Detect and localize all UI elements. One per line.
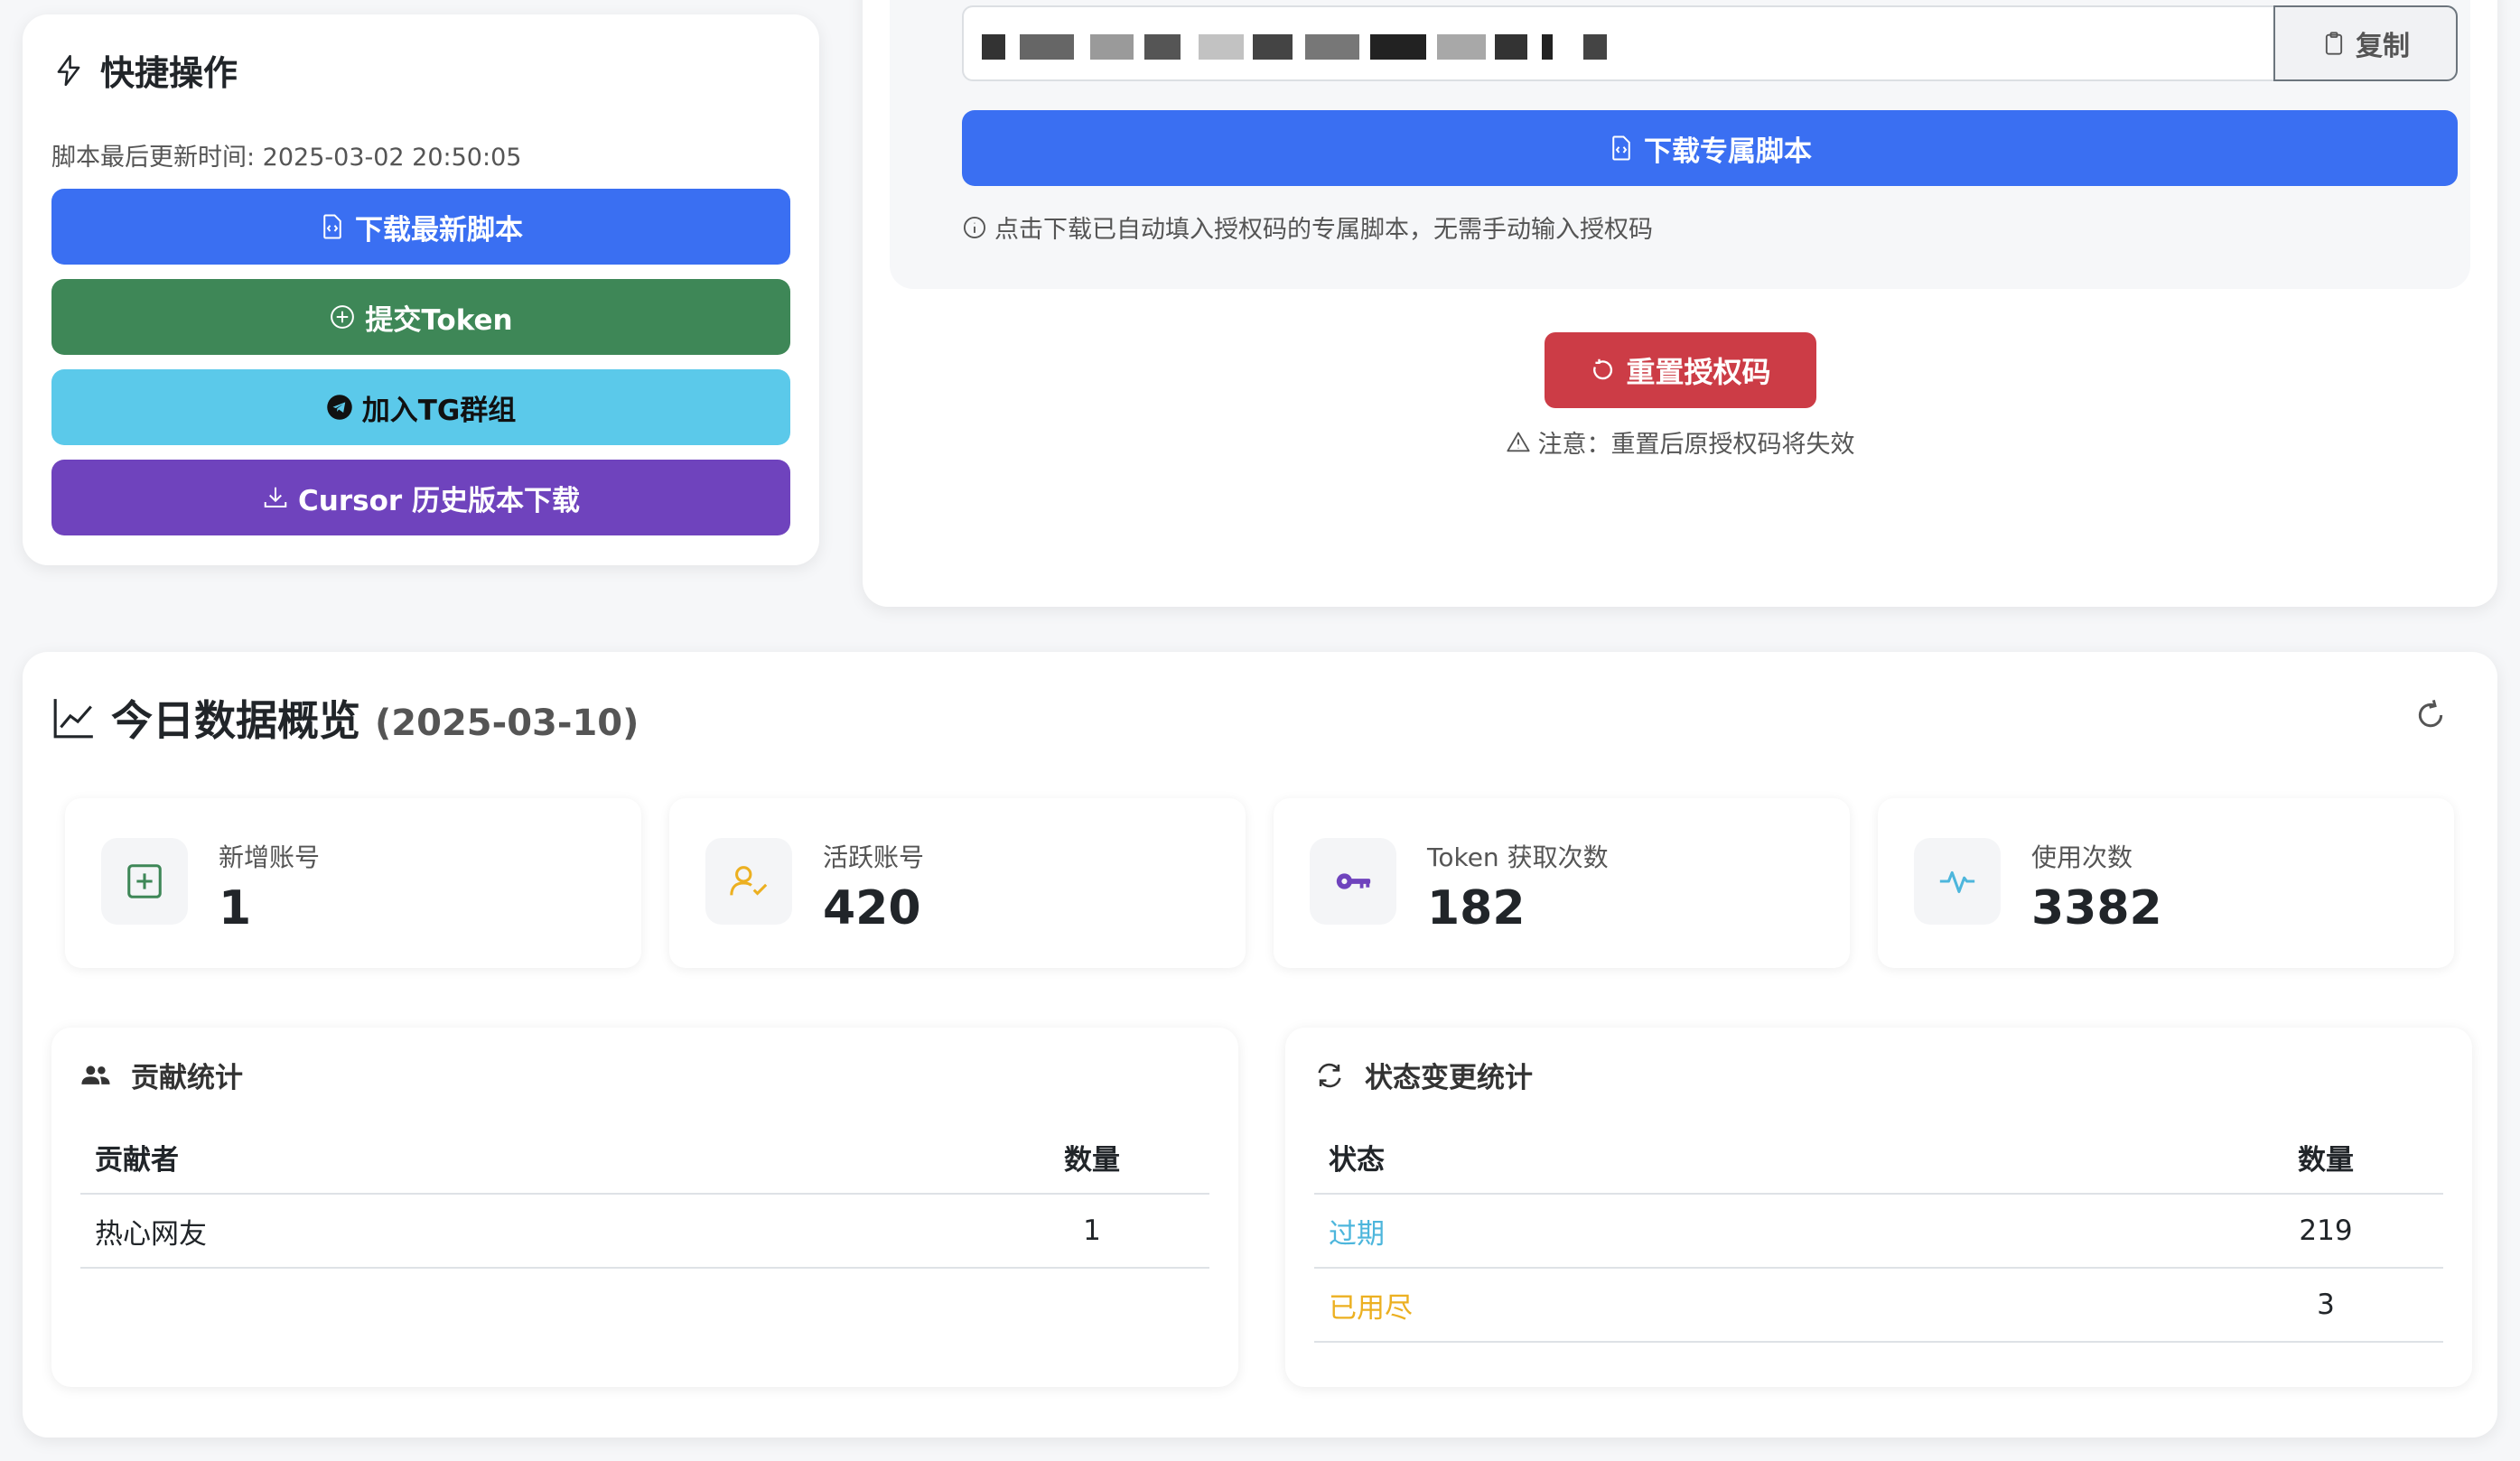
redacted-code-segment bbox=[1305, 34, 1359, 60]
status-change-stats-title: 状态变更统计 bbox=[1365, 1062, 1533, 1094]
users-icon bbox=[81, 1065, 110, 1084]
contributor-count: 1 bbox=[975, 1194, 1209, 1269]
metric-label: 活跃账号 bbox=[823, 842, 925, 872]
metric-value: 1 bbox=[219, 881, 252, 935]
metric-new-accounts: 新增账号 1 bbox=[65, 798, 641, 968]
activity-icon bbox=[1939, 870, 1975, 894]
table-header-row: 贡献者 数量 bbox=[80, 1121, 1209, 1195]
key-icon bbox=[1336, 873, 1371, 889]
cursor-history-download-button[interactable]: Cursor 历史版本下载 bbox=[51, 460, 790, 535]
status-change-stats-card: 状态变更统计 状态 数量 过期 219 已用尽 3 bbox=[1285, 1028, 2472, 1387]
download-hint-text: 点击下载已自动填入授权码的专属脚本，无需手动输入授权码 bbox=[994, 216, 1653, 244]
download-hint: 点击下载已自动填入授权码的专属脚本，无需手动输入授权码 bbox=[962, 209, 1653, 245]
status-count: 219 bbox=[2208, 1194, 2443, 1269]
metric-token-fetches: Token 获取次数 182 bbox=[1274, 798, 1850, 968]
metric-icon-box bbox=[101, 838, 188, 925]
table-row: 热心网友 1 bbox=[80, 1194, 1209, 1269]
download-exclusive-script-button[interactable]: 下载专属脚本 bbox=[962, 110, 2458, 186]
telegram-icon bbox=[326, 395, 352, 420]
table-row: 已用尽 3 bbox=[1314, 1268, 2443, 1343]
reset-auth-code-button[interactable]: 重置授权码 bbox=[1545, 332, 1816, 408]
download-latest-label: 下载最新脚本 bbox=[355, 213, 523, 247]
metric-usage-count: 使用次数 3382 bbox=[1878, 798, 2454, 968]
quick-actions-header: 快捷操作 bbox=[51, 45, 238, 95]
metric-label: 新增账号 bbox=[219, 842, 321, 872]
table-header-row: 状态 数量 bbox=[1314, 1121, 2443, 1195]
warning-icon bbox=[1506, 432, 1530, 451]
copy-label: 复制 bbox=[2356, 31, 2410, 62]
sync-icon bbox=[1318, 1063, 1341, 1087]
metric-label: 使用次数 bbox=[2031, 842, 2133, 872]
redacted-code-segment bbox=[1144, 34, 1181, 60]
script-last-updated: 脚本最后更新时间: 2025-03-02 20:50:05 bbox=[51, 144, 522, 172]
redacted-code-segment bbox=[982, 34, 1005, 60]
line-chart-icon bbox=[53, 699, 93, 739]
redacted-code-segment bbox=[1370, 34, 1426, 60]
metric-value: 3382 bbox=[2031, 881, 2162, 935]
quick-actions-title: 快捷操作 bbox=[100, 53, 238, 93]
redacted-code-segment bbox=[1583, 34, 1607, 60]
download-icon bbox=[264, 487, 287, 507]
submit-token-button[interactable]: 提交Token bbox=[51, 279, 790, 355]
contribution-stats-header: 贡献统计 bbox=[80, 1055, 243, 1095]
redacted-code-segment bbox=[1253, 34, 1293, 60]
lightning-icon bbox=[57, 54, 80, 86]
file-code-icon bbox=[1612, 135, 1630, 161]
info-icon bbox=[963, 216, 986, 238]
user-check-icon bbox=[730, 866, 768, 896]
table-row: 过期 219 bbox=[1314, 1194, 2443, 1269]
download-exclusive-label: 下载专属脚本 bbox=[1644, 135, 1812, 168]
redacted-code-segment bbox=[1495, 34, 1527, 60]
quick-actions-card: 快捷操作 脚本最后更新时间: 2025-03-02 20:50:05 下载最新脚… bbox=[23, 14, 819, 565]
overview-date: (2025-03-10) bbox=[375, 703, 639, 744]
submit-token-label: 提交Token bbox=[365, 303, 513, 337]
refresh-icon[interactable] bbox=[2413, 697, 2449, 733]
metric-value: 420 bbox=[823, 881, 921, 935]
contribution-table: 贡献者 数量 热心网友 1 bbox=[80, 1121, 1209, 1269]
redacted-code-segment bbox=[1090, 34, 1134, 60]
metric-icon-box bbox=[1914, 838, 2001, 925]
download-latest-script-button[interactable]: 下载最新脚本 bbox=[51, 189, 790, 265]
join-tg-group-button[interactable]: 加入TG群组 bbox=[51, 369, 790, 445]
metric-value: 182 bbox=[1427, 881, 1526, 935]
overview-header: 今日数据概览 (2025-03-10) bbox=[51, 688, 639, 748]
column-header-count: 数量 bbox=[975, 1121, 1209, 1195]
reset-label: 重置授权码 bbox=[1626, 355, 1771, 389]
status-change-table: 状态 数量 过期 219 已用尽 3 bbox=[1314, 1121, 2443, 1343]
cursor-history-label: Cursor 历史版本下载 bbox=[298, 484, 580, 517]
plus-square-icon bbox=[127, 864, 162, 898]
metric-icon-box bbox=[1310, 838, 1396, 925]
status-change-stats-header: 状态变更统计 bbox=[1314, 1055, 1533, 1095]
overview-title: 今日数据概览 bbox=[111, 696, 360, 745]
redacted-code-segment bbox=[1020, 34, 1074, 60]
metric-active-accounts: 活跃账号 420 bbox=[669, 798, 1246, 968]
redacted-code-segment bbox=[1437, 34, 1486, 60]
status-count: 3 bbox=[2208, 1268, 2443, 1343]
contributor-name: 热心网友 bbox=[80, 1194, 975, 1269]
reset-icon bbox=[1593, 358, 1613, 380]
plus-circle-icon bbox=[331, 305, 355, 329]
file-code-icon bbox=[323, 214, 341, 239]
auth-code-panel: 复制 下载专属脚本 点击下载已自动填入授权码的专属脚本，无需手动输入授权码 bbox=[890, 0, 2470, 289]
column-header-count: 数量 bbox=[2208, 1121, 2443, 1195]
daily-overview-card: 今日数据概览 (2025-03-10) 新增账号 1 活跃账号 420 Toke… bbox=[23, 652, 2497, 1438]
redacted-code-segment bbox=[1199, 34, 1244, 60]
copy-button[interactable]: 复制 bbox=[2273, 5, 2458, 81]
status-expired: 过期 bbox=[1314, 1194, 2208, 1269]
metric-label: Token 获取次数 bbox=[1427, 842, 1609, 872]
contribution-stats-title: 贡献统计 bbox=[131, 1062, 243, 1094]
clipboard-icon bbox=[2325, 32, 2343, 55]
reset-warning: 注意：重置后原授权码将失效 bbox=[863, 424, 2497, 460]
reset-warning-text: 注意：重置后原授权码将失效 bbox=[1537, 431, 1855, 459]
redacted-code-segment bbox=[1542, 34, 1553, 60]
auth-code-field[interactable] bbox=[962, 5, 2274, 81]
column-header-contributor: 贡献者 bbox=[80, 1121, 975, 1195]
status-exhausted: 已用尽 bbox=[1314, 1268, 2208, 1343]
metric-icon-box bbox=[705, 838, 792, 925]
join-tg-label: 加入TG群组 bbox=[361, 394, 517, 427]
authorization-card: 复制 下载专属脚本 点击下载已自动填入授权码的专属脚本，无需手动输入授权码 重置… bbox=[863, 0, 2497, 607]
column-header-status: 状态 bbox=[1314, 1121, 2208, 1195]
contribution-stats-card: 贡献统计 贡献者 数量 热心网友 1 bbox=[51, 1028, 1238, 1387]
